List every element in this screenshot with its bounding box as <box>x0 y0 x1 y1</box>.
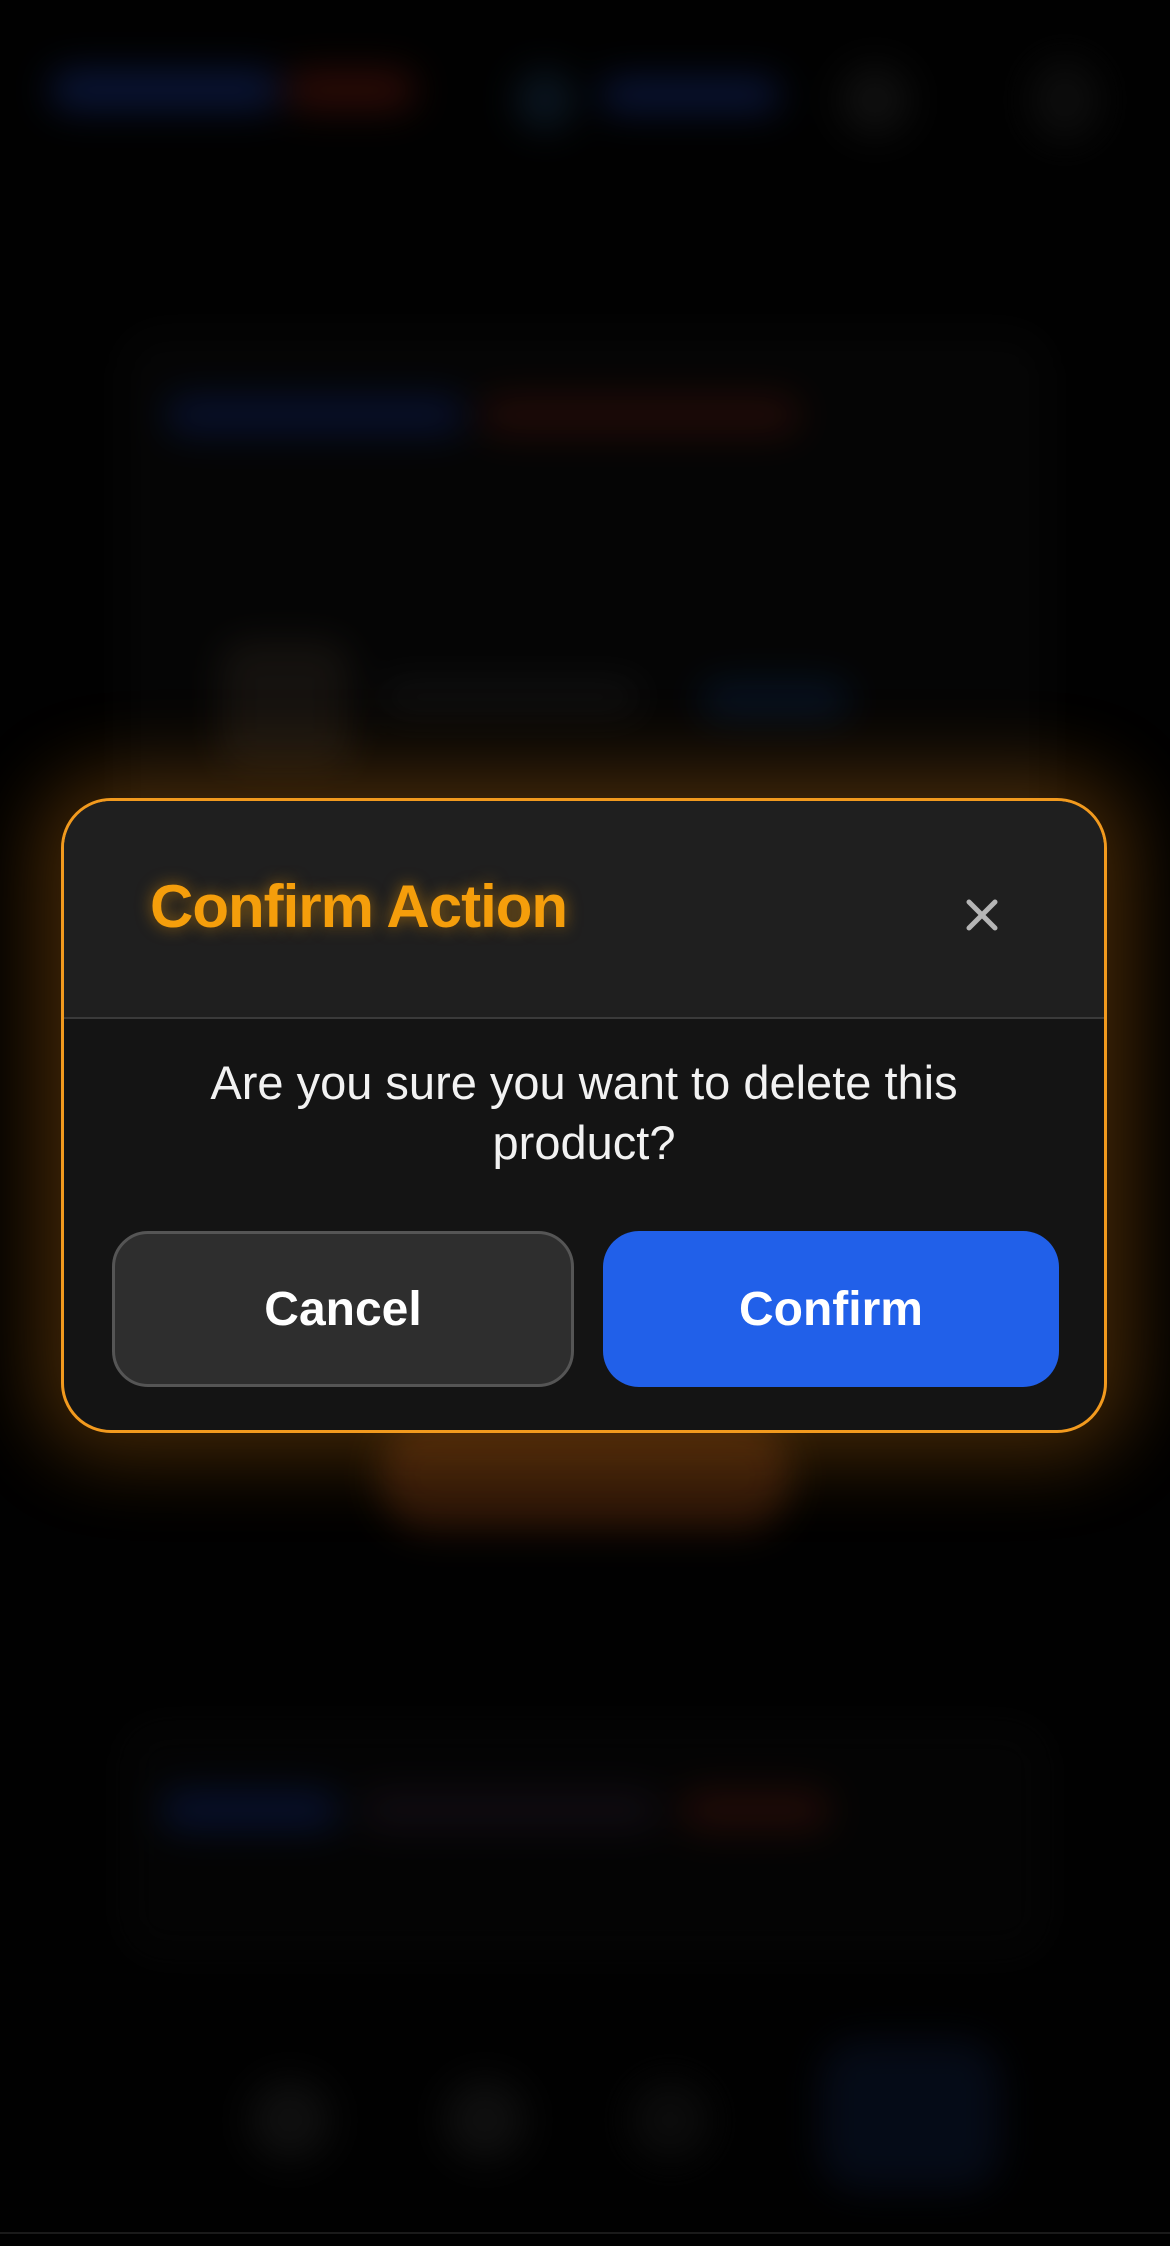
close-button[interactable] <box>956 889 1008 941</box>
close-icon <box>966 899 998 931</box>
home-indicator <box>0 2232 1170 2234</box>
screen: Confirm Action Are you sure you want to … <box>0 0 1170 2246</box>
dialog-title: Confirm Action <box>150 873 568 940</box>
confirm-button[interactable]: Confirm <box>603 1231 1059 1387</box>
cancel-button[interactable]: Cancel <box>112 1231 574 1387</box>
dialog-header: Confirm Action <box>64 801 1104 1019</box>
dialog-message: Are you sure you want to delete this pro… <box>210 1056 958 1169</box>
confirm-dialog: Confirm Action Are you sure you want to … <box>61 798 1107 1433</box>
